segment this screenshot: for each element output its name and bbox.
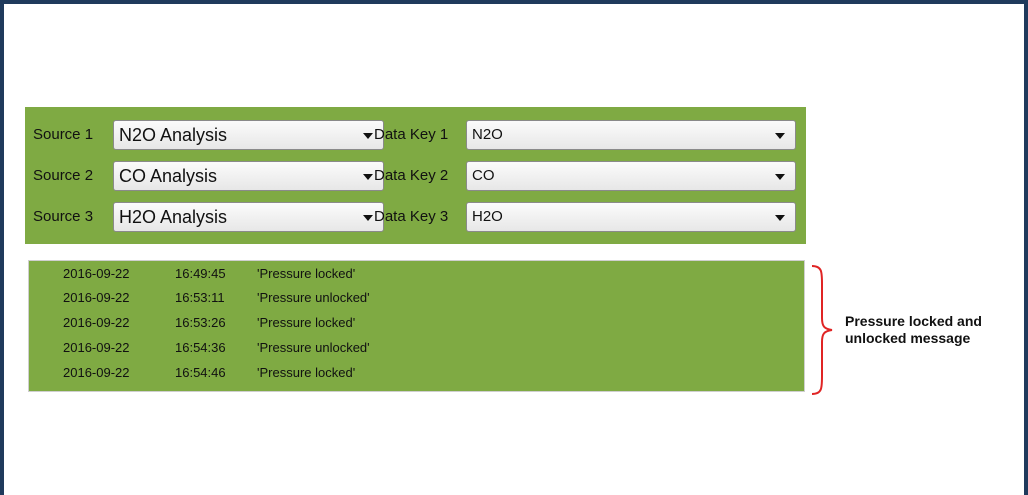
source-3-label: Source 3 xyxy=(33,208,94,225)
source-config-panel: Source 1 N2O Analysis Data Key 1 N2O Sou… xyxy=(25,107,806,244)
source-2-select[interactable]: CO Analysis xyxy=(113,161,384,191)
source-row-2: Source 2 CO Analysis Data Key 2 CO xyxy=(25,160,806,192)
source-2-value: CO Analysis xyxy=(119,166,218,186)
chevron-down-icon xyxy=(363,174,373,180)
data-key-3-label: Data Key 3 xyxy=(374,208,449,225)
annotation-callout: Pressure locked and unlocked message xyxy=(845,313,1020,347)
log-time: 16:53:26 xyxy=(175,315,226,330)
log-date: 2016-09-22 xyxy=(63,266,130,281)
data-key-1-label: Data Key 1 xyxy=(374,126,449,143)
log-message: 'Pressure unlocked' xyxy=(257,340,370,355)
source-1-value: N2O Analysis xyxy=(119,125,228,145)
curly-brace-icon xyxy=(811,265,833,395)
log-message: 'Pressure locked' xyxy=(257,315,356,330)
source-1-label: Source 1 xyxy=(33,126,94,143)
source-3-select[interactable]: H2O Analysis xyxy=(113,202,384,232)
log-time: 16:54:46 xyxy=(175,365,226,380)
chevron-down-icon xyxy=(775,174,785,180)
log-date: 2016-09-22 xyxy=(63,365,130,380)
chevron-down-icon xyxy=(363,133,373,139)
annotation-line-1: Pressure locked and xyxy=(845,313,982,329)
log-row: 2016-09-22 16:54:46 'Pressure locked' xyxy=(29,361,806,385)
source-1-select[interactable]: N2O Analysis xyxy=(113,120,384,150)
log-row: 2016-09-22 16:54:36 'Pressure unlocked' xyxy=(29,336,806,360)
source-row-1: Source 1 N2O Analysis Data Key 1 N2O xyxy=(25,119,806,151)
data-key-2-select[interactable]: CO xyxy=(466,161,796,191)
chevron-down-icon xyxy=(363,215,373,221)
data-key-3-select[interactable]: H2O xyxy=(466,202,796,232)
data-key-2-value: CO xyxy=(472,167,495,184)
source-row-3: Source 3 H2O Analysis Data Key 3 H2O xyxy=(25,201,806,233)
data-key-1-value: N2O xyxy=(472,126,503,143)
log-date: 2016-09-22 xyxy=(63,340,130,355)
source-3-value: H2O Analysis xyxy=(119,207,228,227)
log-time: 16:49:45 xyxy=(175,266,226,281)
log-row: 2016-09-22 16:53:11 'Pressure unlocked' xyxy=(29,286,806,310)
log-date: 2016-09-22 xyxy=(63,315,130,330)
chevron-down-icon xyxy=(775,133,785,139)
log-time: 16:54:36 xyxy=(175,340,226,355)
data-key-1-select[interactable]: N2O xyxy=(466,120,796,150)
log-message: 'Pressure locked' xyxy=(257,365,356,380)
log-message: 'Pressure unlocked' xyxy=(257,290,370,305)
chevron-down-icon xyxy=(775,215,785,221)
source-2-label: Source 2 xyxy=(33,167,94,184)
window-frame xyxy=(0,0,1028,495)
log-row: 2016-09-22 16:53:26 'Pressure locked' xyxy=(29,311,806,335)
log-date: 2016-09-22 xyxy=(63,290,130,305)
data-key-2-label: Data Key 2 xyxy=(374,167,449,184)
log-message: 'Pressure locked' xyxy=(257,266,356,281)
log-time: 16:53:11 xyxy=(175,290,225,305)
data-key-3-value: H2O xyxy=(472,208,503,225)
event-log-panel: 2016-09-22 16:49:45 'Pressure locked' 20… xyxy=(28,260,805,392)
annotation-line-2: unlocked message xyxy=(845,330,971,346)
log-row: 2016-09-22 16:49:45 'Pressure locked' xyxy=(29,262,806,286)
